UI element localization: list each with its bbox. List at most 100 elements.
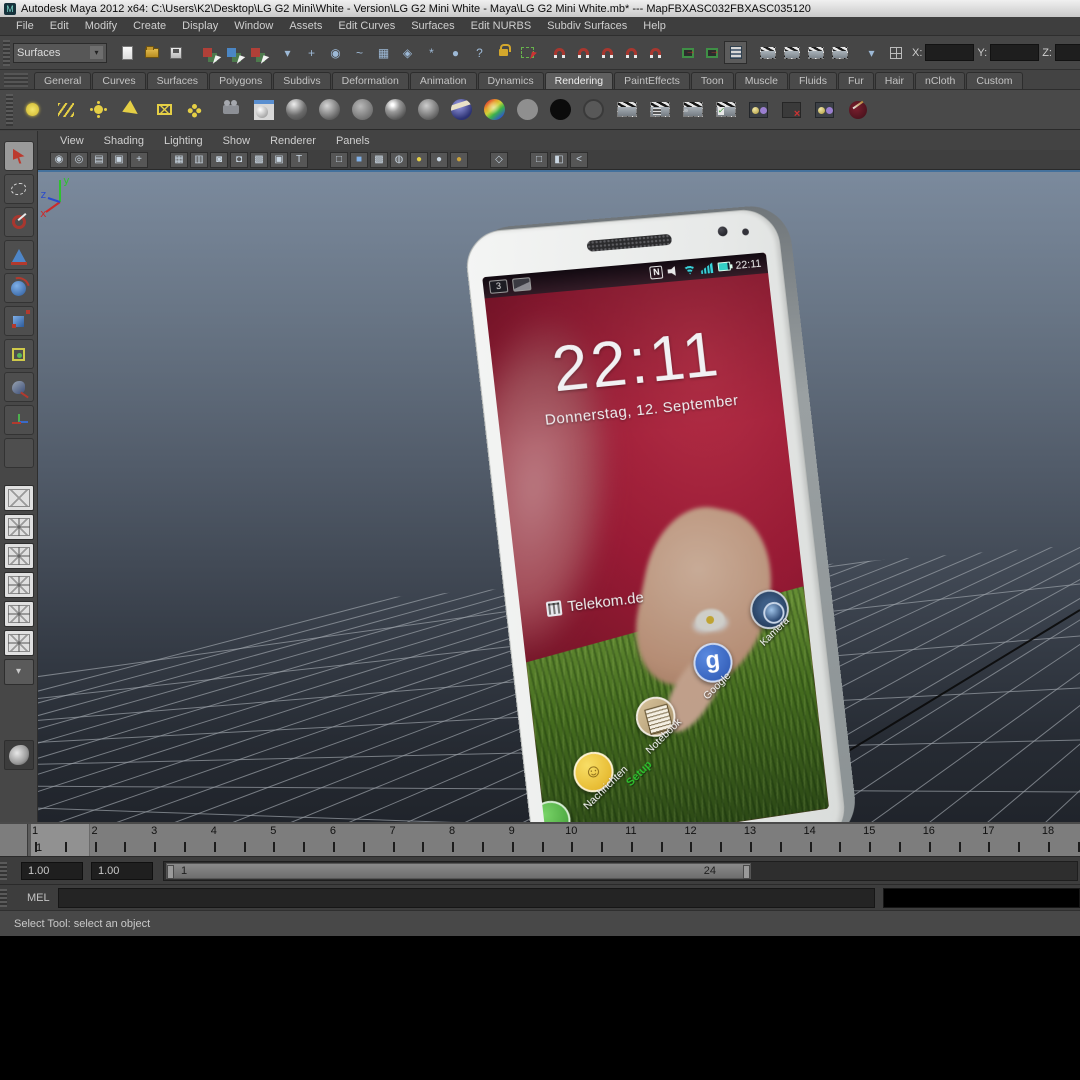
hypershade-persp-button[interactable] [3,601,34,627]
area-light-icon[interactable] [149,93,180,127]
paint-select-tool[interactable] [3,207,34,237]
frame-15[interactable]: 15 [863,825,875,837]
open-scene-icon[interactable] [140,41,163,64]
show-manipulator-tool[interactable] [3,405,34,435]
light-yellow-icon[interactable]: ● [410,151,428,168]
select-component-icon[interactable] [244,41,267,64]
coordinate-icon-icon[interactable] [884,41,907,64]
persp-trackview-button[interactable] [3,630,34,656]
animation-start-field[interactable]: 1.00 [91,861,153,880]
shelf-tab-fur[interactable]: Fur [837,72,874,89]
chevron-down-icon[interactable]: ▾ [90,46,103,59]
lambert-icon[interactable] [347,93,378,127]
range-slider-bar[interactable]: 1 24 [166,862,751,879]
ramp-shader-icon[interactable] [479,93,510,127]
frame-8[interactable]: 8 [449,825,455,837]
safe-title-icon[interactable]: T [290,151,308,168]
frame-1[interactable]: 1 [32,825,38,837]
create-material-icon[interactable] [248,93,279,127]
mel-input[interactable] [57,887,875,908]
menu-edit-curves[interactable]: Edit Curves [330,20,403,32]
bookmark-icon[interactable]: ▤ [90,151,108,168]
frame-11[interactable]: 11 [625,825,636,837]
shelf-tab-painteffects[interactable]: PaintEffects [614,72,690,89]
menu-assets[interactable]: Assets [281,20,330,32]
camera-icon[interactable] [215,93,246,127]
menu-set-selector[interactable]: Surfaces ▾ [13,42,107,63]
menu-modify[interactable]: Modify [77,20,125,32]
scale-tool[interactable] [3,306,34,336]
safe-action-icon[interactable]: ▣ [270,151,288,168]
select-object-icon[interactable] [220,41,243,64]
resolution-gate-icon[interactable]: ◙ [210,151,228,168]
wireframe-on-shaded-icon[interactable]: ◧ [550,151,568,168]
point-light-icon[interactable] [83,93,114,127]
menu-subdiv-surfaces[interactable]: Subdiv Surfaces [539,20,635,32]
directional-light-icon[interactable] [50,93,81,127]
camera-attributes-icon[interactable]: ◎ [70,151,88,168]
mask-curves-icon[interactable]: ~ [348,41,371,64]
universal-manipulator-tool[interactable] [3,339,34,369]
menu-surfaces[interactable]: Surfaces [403,20,462,32]
hypergraph-icon[interactable] [809,93,840,127]
frame-2[interactable]: 2 [92,825,98,837]
menu-create[interactable]: Create [125,20,174,32]
phong-icon[interactable] [380,93,411,127]
frame-3[interactable]: 3 [151,825,157,837]
playback-start-field[interactable]: 1.00 [21,861,83,880]
panel-menu-show[interactable]: Show [213,135,261,147]
snap-points-icon[interactable] [596,41,619,64]
shelf-tab-subdivs[interactable]: Subdivs [273,72,331,89]
shelf-tab-general[interactable]: General [34,72,92,89]
frame-7[interactable]: 7 [389,825,395,837]
panel-menu-panels[interactable]: Panels [326,135,380,147]
use-background-icon[interactable] [545,93,576,127]
shelf-tab-deformation[interactable]: Deformation [331,72,409,89]
time-slider[interactable]: 1 2 3 4 5 6 7 8 9 10 11 12 13 14 15 16 17 18 1 [0,822,1080,856]
range-end-handle[interactable] [743,864,750,879]
isolate-select-icon[interactable]: ◇ [490,151,508,168]
y-input[interactable] [990,44,1040,61]
lock-icon[interactable] [492,41,515,64]
range-slider-track[interactable]: 1 24 [163,860,1078,881]
shelf-tab-dynamics[interactable]: Dynamics [477,72,544,89]
light-gold-icon[interactable]: ● [450,151,468,168]
lasso-select-tool[interactable] [3,174,34,204]
snap-view-planes-icon[interactable] [644,41,667,64]
render-settings-icon[interactable] [710,93,741,127]
default-material-icon[interactable]: □ [530,151,548,168]
mask-dropdown-icon[interactable]: ▾ [276,41,299,64]
frame-4[interactable]: 4 [211,825,217,837]
shelf-tab-surfaces[interactable]: Surfaces [146,72,209,89]
textured-icon[interactable]: ▩ [370,151,388,168]
phong-e-icon[interactable] [413,93,444,127]
anisotropic-icon[interactable] [281,93,312,127]
snap-grids-icon[interactable] [548,41,571,64]
snap-curves-icon[interactable] [572,41,595,64]
shelf-tab-ncloth[interactable]: nCloth [915,72,966,89]
sidebar-dropdown-icon[interactable]: ▾ [860,41,883,64]
mask-misc-icon[interactable]: ? [468,41,491,64]
frame-6[interactable]: 6 [330,825,336,837]
soft-modification-tool[interactable] [3,372,34,402]
frame-16[interactable]: 16 [923,825,935,837]
shading-map-icon[interactable] [578,93,609,127]
move-tool[interactable] [3,240,34,270]
use-all-lights-icon[interactable]: ◍ [390,151,408,168]
menu-file[interactable]: File [8,20,42,32]
z-input[interactable] [1054,44,1080,61]
gate-mask-icon[interactable]: ◘ [230,151,248,168]
render-settings-btn-icon[interactable] [828,41,851,64]
hypershade-icon[interactable] [743,93,774,127]
frame-17[interactable]: 17 [982,825,994,837]
layered-shader-icon[interactable] [446,93,477,127]
mel-drag-handle[interactable] [0,888,7,907]
frame-18[interactable]: 18 [1042,825,1054,837]
persp-outliner-button[interactable] [3,543,34,569]
panel-menu-view[interactable]: View [50,135,94,147]
range-start-handle[interactable] [167,864,174,879]
snap-projected-center-icon[interactable] [620,41,643,64]
panel-menu-renderer[interactable]: Renderer [260,135,326,147]
surface-shader-icon[interactable] [512,93,543,127]
panel-menu-lighting[interactable]: Lighting [154,135,213,147]
